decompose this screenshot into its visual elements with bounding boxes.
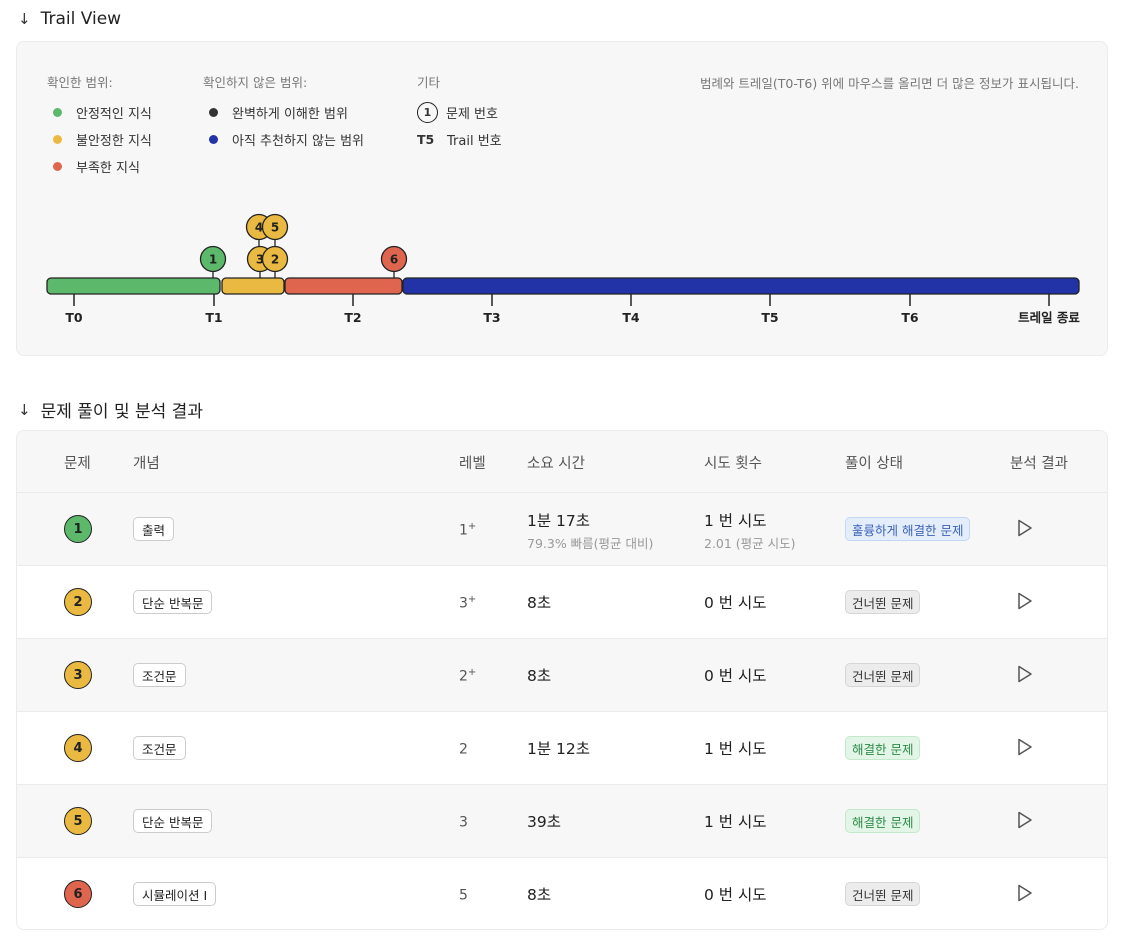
- collapse-arrow-icon[interactable]: ↓: [18, 401, 31, 419]
- results-title: 문제 풀이 및 분석 결과: [40, 402, 203, 422]
- attempt-value: 1 번 시도: [704, 512, 767, 530]
- attempt-average: 2.01 (평균 시도): [704, 536, 796, 551]
- header-concept: 개념: [133, 456, 160, 472]
- time-value: 8초: [527, 594, 552, 612]
- header-status: 풀이 상태: [845, 456, 903, 472]
- level-value: 5: [459, 886, 468, 904]
- level-number: 3: [459, 595, 468, 612]
- table-body: 1 출력 1+ 1분 17초 79.3% 빠름(평균 대비) 1 번 시도 2.…: [17, 493, 1107, 929]
- trail-timeline[interactable]: T0 T1 T2 T3 T4 T5 T6 트레일 종료1 3 24 56: [17, 42, 1109, 357]
- status-badge: 해결한 문제: [845, 809, 921, 833]
- trail-view-header[interactable]: ↓ Trail View: [18, 9, 121, 29]
- trail-tick-label[interactable]: T0: [65, 310, 83, 325]
- time-value: 1분 12초: [527, 740, 591, 758]
- results-table: 문제 개념 레벨 소요 시간 시도 횟수 풀이 상태 분석 결과 1 출력 1+…: [16, 430, 1108, 930]
- problem-number-badge: 4: [64, 734, 92, 762]
- trail-tick-label[interactable]: T1: [205, 310, 222, 325]
- trail-view-title: Trail View: [40, 9, 122, 29]
- problem-number-badge: 2: [64, 588, 92, 616]
- table-row[interactable]: 6 시뮬레이션 I 5 8초 0 번 시도 건너뛴 문제: [17, 858, 1107, 929]
- problem-marker-label: 5: [271, 221, 279, 235]
- level-number: 2: [459, 668, 468, 685]
- attempt-value: 0 번 시도: [704, 886, 767, 904]
- concept-tag[interactable]: 출력: [133, 517, 175, 541]
- trail-segment-lacking[interactable]: [284, 277, 403, 295]
- trail-tick-label[interactable]: T5: [761, 310, 778, 325]
- status-badge: 훌륭하게 해결한 문제: [845, 517, 971, 541]
- play-icon[interactable]: [1017, 738, 1033, 756]
- play-icon[interactable]: [1017, 884, 1033, 902]
- time-value: 39초: [527, 813, 561, 831]
- status-badge: 해결한 문제: [845, 736, 921, 760]
- concept-tag[interactable]: 단순 반복문: [133, 590, 213, 614]
- header-attempts: 시도 횟수: [704, 456, 762, 472]
- table-row[interactable]: 5 단순 반복문 3 39초 1 번 시도 해결한 문제: [17, 785, 1107, 858]
- trail-segment-not-recommended[interactable]: [402, 277, 1080, 295]
- table-row[interactable]: 3 조건문 2+ 8초 0 번 시도 건너뛴 문제: [17, 639, 1107, 712]
- attempt-value: 1 번 시도: [704, 740, 767, 758]
- table-row[interactable]: 1 출력 1+ 1분 17초 79.3% 빠름(평균 대비) 1 번 시도 2.…: [17, 493, 1107, 566]
- trail-tick-label[interactable]: T3: [483, 310, 500, 325]
- level-value: 2+: [459, 667, 476, 685]
- status-badge: 건너뛴 문제: [845, 663, 921, 687]
- time-value: 8초: [527, 667, 552, 685]
- level-plus: +: [467, 667, 477, 678]
- header-analysis: 분석 결과: [1010, 456, 1068, 472]
- trail-tick-label[interactable]: T6: [901, 310, 919, 325]
- concept-tag[interactable]: 조건문: [133, 736, 186, 760]
- status-badge: 건너뛴 문제: [845, 882, 921, 906]
- concept-tag[interactable]: 조건문: [133, 663, 186, 687]
- time-value: 1분 17초: [527, 512, 591, 530]
- problem-marker-label: 1: [209, 253, 217, 267]
- results-header[interactable]: ↓ 문제 풀이 및 분석 결과: [18, 397, 203, 423]
- concept-tag[interactable]: 단순 반복문: [133, 809, 213, 833]
- time-value: 8초: [527, 886, 552, 904]
- level-value: 1+: [459, 521, 476, 539]
- trail-tick-label[interactable]: 트레일 종료: [1018, 310, 1080, 325]
- table-header: 문제 개념 레벨 소요 시간 시도 횟수 풀이 상태 분석 결과: [17, 431, 1107, 493]
- problem-number-badge: 3: [64, 661, 92, 689]
- collapse-arrow-icon[interactable]: ↓: [18, 10, 31, 28]
- level-number: 5: [459, 887, 468, 904]
- level-plus: +: [467, 521, 477, 532]
- attempt-value: 0 번 시도: [704, 667, 767, 685]
- trail-tick-label[interactable]: T4: [622, 310, 640, 325]
- play-icon[interactable]: [1017, 811, 1033, 829]
- problem-number-badge: 6: [64, 880, 92, 908]
- play-icon[interactable]: [1017, 519, 1033, 537]
- level-number: 1: [459, 522, 468, 539]
- play-icon[interactable]: [1017, 592, 1033, 610]
- header-time: 소요 시간: [527, 456, 585, 472]
- attempt-value: 0 번 시도: [704, 594, 767, 612]
- problem-number-badge: 1: [64, 515, 92, 543]
- table-row[interactable]: 2 단순 반복문 3+ 8초 0 번 시도 건너뛴 문제: [17, 566, 1107, 639]
- level-number: 2: [459, 741, 468, 758]
- header-level: 레벨: [459, 456, 486, 472]
- level-plus: +: [467, 594, 477, 605]
- status-badge: 건너뛴 문제: [845, 590, 921, 614]
- trail-segment-unstable[interactable]: [221, 277, 285, 295]
- level-value: 3+: [459, 594, 476, 612]
- trail-panel: 확인한 범위: 안정적인 지식 불안정한 지식 부족한 지식 확인하지 않은 범…: [16, 41, 1108, 356]
- level-number: 3: [459, 814, 468, 831]
- problem-number-badge: 5: [64, 807, 92, 835]
- level-value: 3: [459, 813, 468, 831]
- play-icon[interactable]: [1017, 665, 1033, 683]
- problem-marker-label: 6: [390, 253, 398, 267]
- problem-marker-label: 2: [271, 253, 279, 267]
- attempt-value: 1 번 시도: [704, 813, 767, 831]
- level-value: 2: [459, 740, 468, 758]
- header-num: 문제: [64, 456, 91, 472]
- table-row[interactable]: 4 조건문 2 1분 12초 1 번 시도 해결한 문제: [17, 712, 1107, 785]
- time-compare: 79.3% 빠름(평균 대비): [527, 536, 654, 551]
- trail-segment-stable[interactable]: [46, 277, 221, 295]
- concept-tag[interactable]: 시뮬레이션 I: [133, 882, 217, 906]
- trail-tick-label[interactable]: T2: [344, 310, 361, 325]
